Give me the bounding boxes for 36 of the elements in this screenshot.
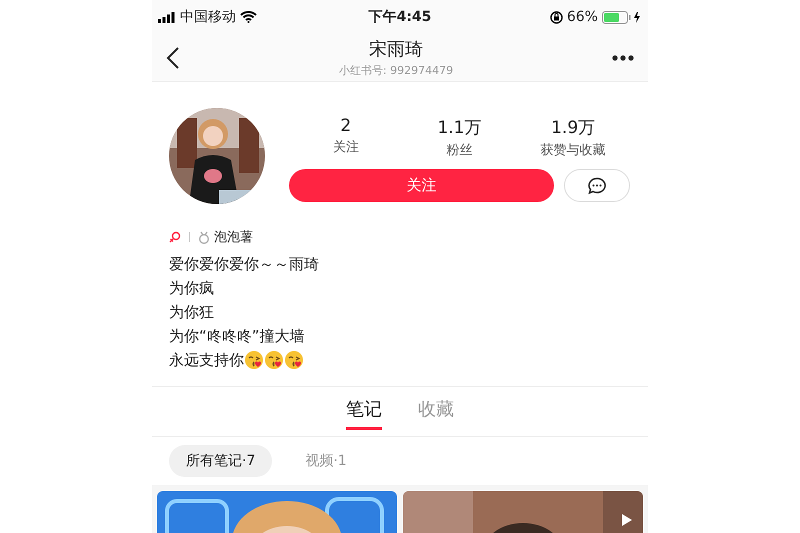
filter-chip[interactable]: 所有笔记·7 [169, 445, 272, 477]
medal-icon [198, 230, 210, 244]
kiss-emoji-icon [264, 350, 284, 370]
follow-button[interactable]: 关注 [289, 169, 554, 202]
play-icon [621, 513, 633, 527]
bio-line: 爱你爱你爱你～～雨琦 [169, 254, 319, 274]
kiss-emoji-icon [244, 350, 264, 370]
tab[interactable]: 收藏 [418, 397, 454, 430]
stat-value: 1.1万 [437, 117, 482, 139]
user-id: 小红书号: 992974479 [338, 63, 454, 78]
bio-line: 永远支持你 [169, 350, 244, 370]
more-icon[interactable] [612, 54, 634, 60]
stat-label: 粉丝 [446, 142, 472, 159]
female-icon [169, 231, 181, 243]
level-label: 泡泡薯 [214, 229, 253, 246]
stat-label: 关注 [332, 139, 359, 156]
stat-value: 2 [340, 116, 352, 136]
signal-icon [158, 12, 176, 22]
back-icon[interactable] [166, 46, 180, 70]
chat-icon [587, 176, 607, 194]
profile-name: 宋雨琦 [368, 38, 423, 61]
wifi-icon [240, 11, 257, 23]
battery-charging-icon [602, 10, 642, 24]
tab[interactable]: 笔记 [346, 397, 382, 430]
bio-line: 为你疯 [169, 278, 214, 298]
stat-value: 1.9万 [551, 117, 596, 139]
message-button[interactable] [564, 169, 630, 202]
kiss-emoji-icon [284, 350, 304, 370]
battery-percent: 66% [566, 9, 598, 25]
stat-label: 获赞与收藏 [540, 142, 606, 159]
rotation-lock-icon [550, 10, 563, 24]
filter-chip[interactable]: 视频·1 [288, 445, 364, 477]
bio-line: 为你“咚咚咚”撞大墙 [169, 326, 305, 346]
carrier-name: 中国移动 [180, 8, 236, 26]
status-time: 下午4:45 [368, 8, 432, 26]
bio-line: 为你狂 [169, 302, 214, 322]
